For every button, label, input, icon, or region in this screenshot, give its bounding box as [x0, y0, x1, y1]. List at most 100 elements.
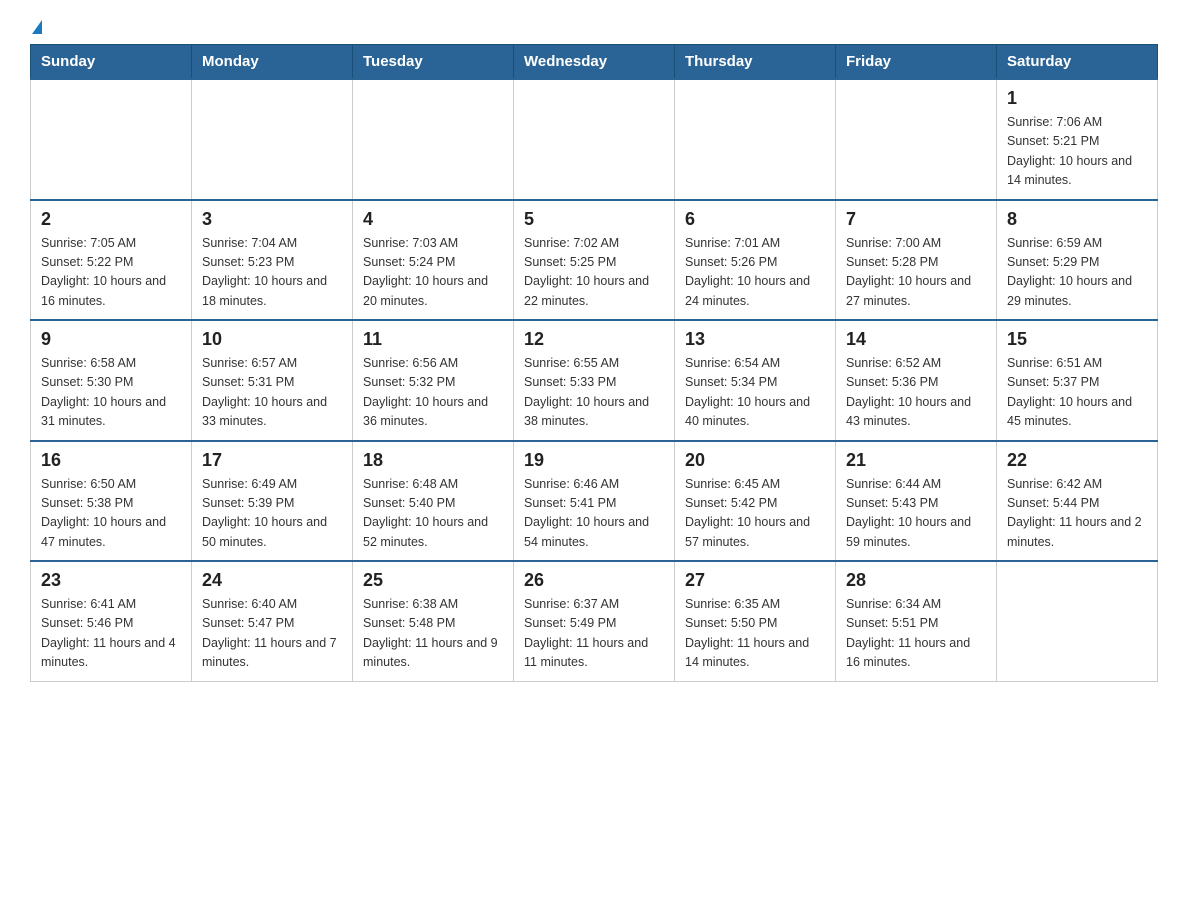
day-info: Sunrise: 6:48 AMSunset: 5:40 PMDaylight:…: [363, 475, 503, 553]
table-row: [675, 79, 836, 200]
table-row: 4 Sunrise: 7:03 AMSunset: 5:24 PMDaylight…: [353, 200, 514, 321]
table-row: 23Sunrise: 6:41 AMSunset: 5:46 PMDayligh…: [31, 561, 192, 681]
day-number: 20: [685, 450, 825, 471]
header-row: Sunday Monday Tuesday Wednesday Thursday…: [31, 45, 1158, 80]
day-number: 9: [41, 329, 181, 350]
table-row: 11 Sunrise: 6:56 AMSunset: 5:32 PMDayligh…: [353, 320, 514, 441]
day-number: 8: [1007, 209, 1147, 230]
day-info: Sunrise: 6:52 AMSunset: 5:36 PMDaylight:…: [846, 354, 986, 432]
day-info: Sunrise: 6:49 AMSunset: 5:39 PMDaylight:…: [202, 475, 342, 553]
col-thursday: Thursday: [675, 45, 836, 80]
table-row: 18 Sunrise: 6:48 AMSunset: 5:40 PMDayligh…: [353, 441, 514, 562]
table-row: 17 Sunrise: 6:49 AMSunset: 5:39 PMDayligh…: [192, 441, 353, 562]
day-number: 10: [202, 329, 342, 350]
day-info: Sunrise: 7:06 AMSunset: 5:21 PMDaylight:…: [1007, 113, 1147, 191]
table-row: 8 Sunrise: 6:59 AMSunset: 5:29 PMDaylight…: [997, 200, 1158, 321]
col-monday: Monday: [192, 45, 353, 80]
day-info: Sunrise: 6:57 AMSunset: 5:31 PMDaylight:…: [202, 354, 342, 432]
table-row: [353, 79, 514, 200]
day-info: Sunrise: 6:58 AMSunset: 5:30 PMDaylight:…: [41, 354, 181, 432]
day-number: 18: [363, 450, 503, 471]
day-number: 2: [41, 209, 181, 230]
day-number: 7: [846, 209, 986, 230]
day-number: 4: [363, 209, 503, 230]
table-row: 7 Sunrise: 7:00 AMSunset: 5:28 PMDaylight…: [836, 200, 997, 321]
col-sunday: Sunday: [31, 45, 192, 80]
day-number: 11: [363, 329, 503, 350]
day-info: Sunrise: 7:05 AMSunset: 5:22 PMDaylight:…: [41, 234, 181, 312]
table-row: 27Sunrise: 6:35 AMSunset: 5:50 PMDayligh…: [675, 561, 836, 681]
week-row-1: 1 Sunrise: 7:06 AMSunset: 5:21 PMDaylight…: [31, 79, 1158, 200]
table-row: 19 Sunrise: 6:46 AMSunset: 5:41 PMDayligh…: [514, 441, 675, 562]
day-info: Sunrise: 6:51 AMSunset: 5:37 PMDaylight:…: [1007, 354, 1147, 432]
day-number: 14: [846, 329, 986, 350]
day-info: Sunrise: 7:03 AMSunset: 5:24 PMDaylight:…: [363, 234, 503, 312]
day-info: Sunrise: 7:02 AMSunset: 5:25 PMDaylight:…: [524, 234, 664, 312]
day-number: 6: [685, 209, 825, 230]
table-row: 12Sunrise: 6:55 AMSunset: 5:33 PMDayligh…: [514, 320, 675, 441]
table-row: 9 Sunrise: 6:58 AMSunset: 5:30 PMDaylight…: [31, 320, 192, 441]
table-row: 20Sunrise: 6:45 AMSunset: 5:42 PMDayligh…: [675, 441, 836, 562]
day-info: Sunrise: 6:37 AMSunset: 5:49 PMDaylight:…: [524, 595, 664, 673]
table-row: 10 Sunrise: 6:57 AMSunset: 5:31 PMDayligh…: [192, 320, 353, 441]
table-row: 15 Sunrise: 6:51 AMSunset: 5:37 PMDayligh…: [997, 320, 1158, 441]
table-row: 3 Sunrise: 7:04 AMSunset: 5:23 PMDaylight…: [192, 200, 353, 321]
table-row: 22Sunrise: 6:42 AMSunset: 5:44 PMDayligh…: [997, 441, 1158, 562]
table-row: [192, 79, 353, 200]
week-row-2: 2 Sunrise: 7:05 AMSunset: 5:22 PMDaylight…: [31, 200, 1158, 321]
col-tuesday: Tuesday: [353, 45, 514, 80]
day-info: Sunrise: 6:40 AMSunset: 5:47 PMDaylight:…: [202, 595, 342, 673]
day-info: Sunrise: 6:34 AMSunset: 5:51 PMDaylight:…: [846, 595, 986, 673]
day-number: 21: [846, 450, 986, 471]
day-number: 23: [41, 570, 181, 591]
day-info: Sunrise: 6:55 AMSunset: 5:33 PMDaylight:…: [524, 354, 664, 432]
day-info: Sunrise: 6:54 AMSunset: 5:34 PMDaylight:…: [685, 354, 825, 432]
day-info: Sunrise: 7:00 AMSunset: 5:28 PMDaylight:…: [846, 234, 986, 312]
table-row: 2 Sunrise: 7:05 AMSunset: 5:22 PMDaylight…: [31, 200, 192, 321]
logo-triangle-icon: [32, 20, 42, 34]
day-number: 3: [202, 209, 342, 230]
day-info: Sunrise: 7:04 AMSunset: 5:23 PMDaylight:…: [202, 234, 342, 312]
day-info: Sunrise: 6:35 AMSunset: 5:50 PMDaylight:…: [685, 595, 825, 673]
day-info: Sunrise: 6:50 AMSunset: 5:38 PMDaylight:…: [41, 475, 181, 553]
calendar-header: Sunday Monday Tuesday Wednesday Thursday…: [31, 45, 1158, 80]
week-row-5: 23Sunrise: 6:41 AMSunset: 5:46 PMDayligh…: [31, 561, 1158, 681]
week-row-4: 16 Sunrise: 6:50 AMSunset: 5:38 PMDayligh…: [31, 441, 1158, 562]
day-number: 1: [1007, 88, 1147, 109]
table-row: 5 Sunrise: 7:02 AMSunset: 5:25 PMDaylight…: [514, 200, 675, 321]
day-number: 13: [685, 329, 825, 350]
day-number: 22: [1007, 450, 1147, 471]
col-wednesday: Wednesday: [514, 45, 675, 80]
day-number: 17: [202, 450, 342, 471]
day-info: Sunrise: 6:59 AMSunset: 5:29 PMDaylight:…: [1007, 234, 1147, 312]
day-number: 15: [1007, 329, 1147, 350]
logo: [30, 20, 42, 34]
table-row: 14 Sunrise: 6:52 AMSunset: 5:36 PMDayligh…: [836, 320, 997, 441]
day-number: 19: [524, 450, 664, 471]
day-number: 16: [41, 450, 181, 471]
table-row: 1 Sunrise: 7:06 AMSunset: 5:21 PMDaylight…: [997, 79, 1158, 200]
table-row: 21Sunrise: 6:44 AMSunset: 5:43 PMDayligh…: [836, 441, 997, 562]
page-header: [30, 20, 1158, 34]
day-number: 5: [524, 209, 664, 230]
day-number: 25: [363, 570, 503, 591]
day-info: Sunrise: 7:01 AMSunset: 5:26 PMDaylight:…: [685, 234, 825, 312]
col-friday: Friday: [836, 45, 997, 80]
day-info: Sunrise: 6:38 AMSunset: 5:48 PMDaylight:…: [363, 595, 503, 673]
table-row: 25 Sunrise: 6:38 AMSunset: 5:48 PMDayligh…: [353, 561, 514, 681]
table-row: [514, 79, 675, 200]
day-number: 24: [202, 570, 342, 591]
table-row: 13 Sunrise: 6:54 AMSunset: 5:34 PMDayligh…: [675, 320, 836, 441]
calendar-table: Sunday Monday Tuesday Wednesday Thursday…: [30, 44, 1158, 682]
col-saturday: Saturday: [997, 45, 1158, 80]
table-row: [997, 561, 1158, 681]
day-number: 26: [524, 570, 664, 591]
table-row: [31, 79, 192, 200]
day-info: Sunrise: 6:56 AMSunset: 5:32 PMDaylight:…: [363, 354, 503, 432]
table-row: 6 Sunrise: 7:01 AMSunset: 5:26 PMDaylight…: [675, 200, 836, 321]
table-row: 26 Sunrise: 6:37 AMSunset: 5:49 PMDayligh…: [514, 561, 675, 681]
table-row: 28 Sunrise: 6:34 AMSunset: 5:51 PMDayligh…: [836, 561, 997, 681]
day-info: Sunrise: 6:46 AMSunset: 5:41 PMDaylight:…: [524, 475, 664, 553]
table-row: 24 Sunrise: 6:40 AMSunset: 5:47 PMDayligh…: [192, 561, 353, 681]
day-number: 28: [846, 570, 986, 591]
